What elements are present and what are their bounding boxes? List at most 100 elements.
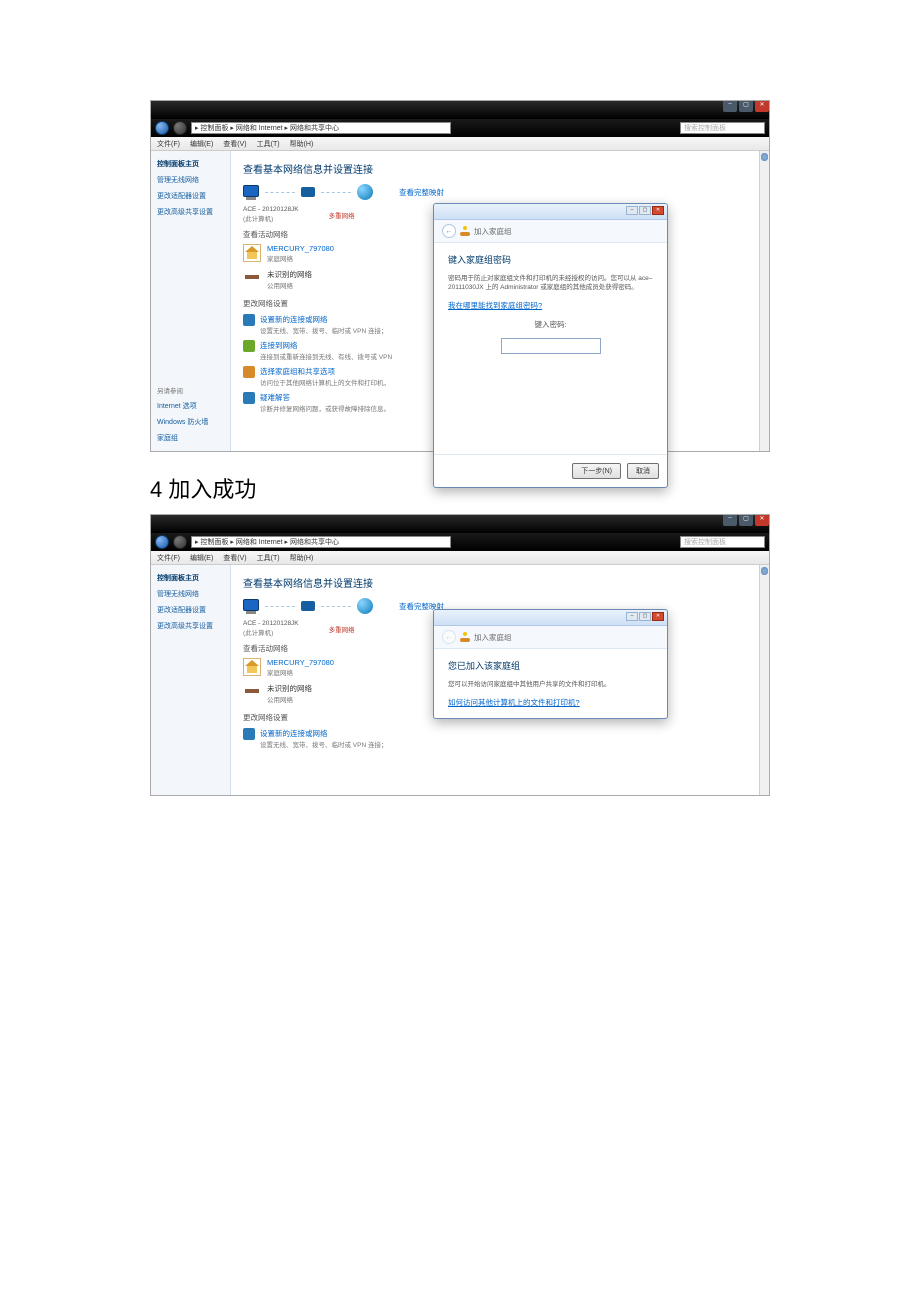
dialog-subtitle: 加入家庭组 [474, 226, 512, 237]
sidebar-item-advanced[interactable]: 更改高级共享设置 [157, 621, 224, 631]
sidebar-item-adapters[interactable]: 更改适配器设置 [157, 605, 224, 615]
network1-name[interactable]: MERCURY_797080 [267, 244, 334, 253]
cfg2-title: 连接到网络 [260, 340, 392, 351]
dialog-minimize-button[interactable]: – [626, 206, 638, 215]
menu-help[interactable]: 帮助(H) [290, 553, 314, 563]
workarea: 控制面板主页 管理无线网络 更改适配器设置 更改高级共享设置 查看基本网络信息并… [151, 565, 769, 795]
password-input[interactable] [501, 338, 601, 354]
network-icon [301, 599, 315, 613]
pc-sublabel: (此计算机) [243, 627, 299, 637]
titlebar: – ▢ ✕ [151, 101, 769, 119]
search-input[interactable]: 搜索控制面板 [680, 536, 765, 548]
network-sharing-center-window: – ▢ ✕ ▸ 控制面板 ▸ 网络和 Internet ▸ 网络和共享中心 搜索… [151, 515, 769, 795]
sidebar-item-wireless[interactable]: 管理无线网络 [157, 589, 224, 599]
dialog-description: 您可以开始访问家庭组中其他用户共享的文件和打印机。 [448, 680, 653, 689]
minimize-button[interactable]: – [723, 515, 737, 526]
menu-bar: 文件(F) 编辑(E) 查看(V) 工具(T) 帮助(H) [151, 137, 769, 151]
network-icon [301, 185, 315, 199]
menu-edit[interactable]: 编辑(E) [190, 553, 213, 563]
menu-file[interactable]: 文件(F) [157, 553, 180, 563]
menu-tools[interactable]: 工具(T) [257, 139, 280, 149]
dash-line [265, 192, 295, 193]
dialog-maximize-button[interactable]: ▢ [639, 206, 651, 215]
menu-edit[interactable]: 编辑(E) [190, 139, 213, 149]
pc-sublabel: (此计算机) [243, 213, 299, 223]
dialog-footer: 下一步(N) 取消 [434, 454, 667, 487]
nav-bar: ▸ 控制面板 ▸ 网络和 Internet ▸ 网络和共享中心 搜索控制面板 [151, 119, 769, 137]
network-map-row: 查看完整映射 [243, 184, 747, 200]
page-title: 查看基本网络信息并设置连接 [243, 161, 747, 176]
nav-back-button[interactable] [155, 535, 169, 549]
search-input[interactable]: 搜索控制面板 [680, 122, 765, 134]
scrollbar-thumb[interactable] [761, 567, 768, 575]
next-button[interactable]: 下一步(N) [572, 463, 621, 479]
sidebar-item-wireless[interactable]: 管理无线网络 [157, 175, 224, 185]
scrollbar[interactable] [759, 565, 769, 795]
sidebar-item-adapters[interactable]: 更改适配器设置 [157, 191, 224, 201]
main-panel: 查看基本网络信息并设置连接 查看完整映射 ACE - 20120128JK (此… [231, 565, 759, 795]
breadcrumb[interactable]: ▸ 控制面板 ▸ 网络和 Internet ▸ 网络和共享中心 [191, 536, 451, 548]
window-controls: – ▢ ✕ [723, 515, 769, 526]
minimize-button[interactable]: – [723, 101, 737, 112]
sidebar-item-firewall[interactable]: Windows 防火墙 [157, 417, 224, 427]
cfg-new-connection[interactable]: 设置新的连接或网络 设置无线、宽带、拨号、临时或 VPN 连接； [243, 728, 747, 749]
homegroup-success-dialog: – ▢ ✕ ← 加入家庭组 您已加入该家庭组 您可以开始访问家庭组中其他用户共享… [433, 609, 668, 719]
dialog-back-button[interactable]: ← [442, 630, 456, 644]
scrollbar[interactable] [759, 151, 769, 451]
main-panel: 查看基本网络信息并设置连接 查看完整映射 ACE - 20120128JK (此… [231, 151, 759, 451]
menu-view[interactable]: 查看(V) [223, 553, 246, 563]
network2-type: 公用网络 [267, 280, 312, 290]
cfg2-sub: 连接到或重新连接到无线、有线、拨号或 VPN [260, 351, 392, 361]
nav-forward-button[interactable] [173, 121, 187, 135]
screenshot-2: www.bdocx.com – ▢ ✕ ▸ 控制面板 ▸ 网络和 Interne… [150, 514, 770, 796]
sidebar-item-internet-options[interactable]: Internet 选项 [157, 401, 224, 411]
breadcrumb[interactable]: ▸ 控制面板 ▸ 网络和 Internet ▸ 网络和共享中心 [191, 122, 451, 134]
dialog-subtitle: 加入家庭组 [474, 632, 512, 643]
close-button[interactable]: ✕ [755, 101, 769, 112]
sidebar-item-homegroup[interactable]: 家庭组 [157, 433, 224, 443]
password-label: 键入密码: [534, 319, 566, 330]
nav-forward-button[interactable] [173, 535, 187, 549]
network2-name: 未识别的网络 [267, 269, 312, 280]
page-title: 查看基本网络信息并设置连接 [243, 575, 747, 590]
sidebar-item-advanced[interactable]: 更改高级共享设置 [157, 207, 224, 217]
connect-icon [243, 340, 255, 352]
dialog-close-button[interactable]: ✕ [652, 206, 664, 215]
network2-type: 公用网络 [267, 694, 312, 704]
cfg1-sub: 设置无线、宽带、拨号、临时或 VPN 连接； [260, 325, 387, 335]
network1-name[interactable]: MERCURY_797080 [267, 658, 334, 667]
scrollbar-thumb[interactable] [761, 153, 768, 161]
dialog-back-button[interactable]: ← [442, 224, 456, 238]
cancel-button[interactable]: 取消 [627, 463, 659, 479]
maximize-button[interactable]: ▢ [739, 515, 753, 526]
pc-icon [243, 598, 259, 614]
cfg1-title: 设置新的连接或网络 [260, 728, 387, 739]
dialog-minimize-button[interactable]: – [626, 612, 638, 621]
menu-view[interactable]: 查看(V) [223, 139, 246, 149]
bench-icon [243, 269, 261, 287]
menu-tools[interactable]: 工具(T) [257, 553, 280, 563]
close-button[interactable]: ✕ [755, 515, 769, 526]
menu-bar: 文件(F) 编辑(E) 查看(V) 工具(T) 帮助(H) [151, 551, 769, 565]
cfg1-sub: 设置无线、宽带、拨号、临时或 VPN 连接； [260, 739, 387, 749]
dialog-close-button[interactable]: ✕ [652, 612, 664, 621]
network1-type: 家庭网络 [267, 667, 334, 677]
globe-icon [357, 598, 373, 614]
nav-back-button[interactable] [155, 121, 169, 135]
window-controls: – ▢ ✕ [723, 101, 769, 112]
workarea: 控制面板主页 管理无线网络 更改适配器设置 更改高级共享设置 另请参阅 Inte… [151, 151, 769, 451]
maximize-button[interactable]: ▢ [739, 101, 753, 112]
menu-help[interactable]: 帮助(H) [290, 139, 314, 149]
network1-type: 家庭网络 [267, 253, 334, 263]
dialog-heading: 您已加入该家庭组 [448, 659, 653, 672]
screenshot-1: – ▢ ✕ ▸ 控制面板 ▸ 网络和 Internet ▸ 网络和共享中心 搜索… [150, 100, 770, 452]
dialog-maximize-button[interactable]: ▢ [639, 612, 651, 621]
new-connection-icon [243, 728, 255, 740]
network-sharing-center-window: – ▢ ✕ ▸ 控制面板 ▸ 网络和 Internet ▸ 网络和共享中心 搜索… [151, 101, 769, 451]
where-password-link[interactable]: 我在哪里能找到家庭组密码? [448, 301, 542, 310]
how-to-access-link[interactable]: 如何访问其他计算机上的文件和打印机? [448, 698, 580, 707]
view-full-map-link[interactable]: 查看完整映射 [399, 187, 444, 198]
sidebar: 控制面板主页 管理无线网络 更改适配器设置 更改高级共享设置 [151, 565, 231, 795]
menu-file[interactable]: 文件(F) [157, 139, 180, 149]
home-network-icon [243, 658, 261, 676]
